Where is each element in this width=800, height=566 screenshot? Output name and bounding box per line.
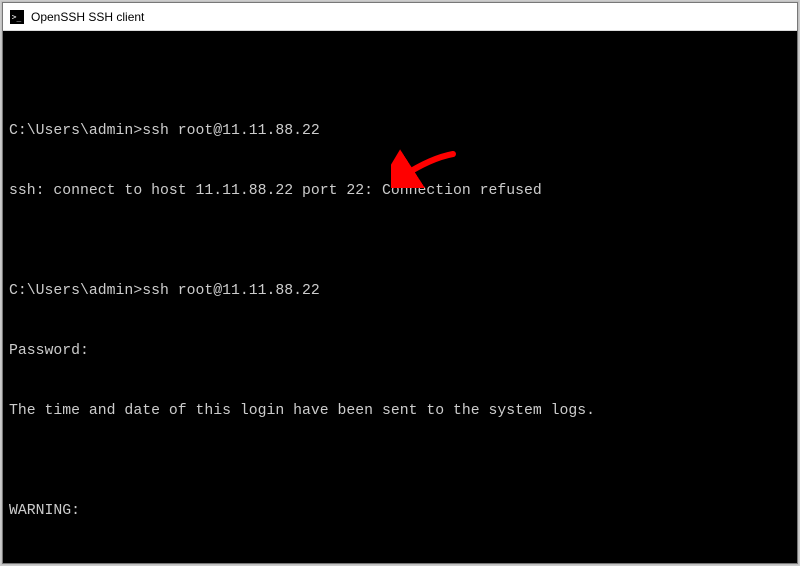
ssh-app-icon: >_ (9, 9, 25, 25)
annotation-arrow-icon (338, 128, 461, 215)
terminal-line: All commands run on the ESXi shell are l… (9, 561, 791, 563)
window-title: OpenSSH SSH client (31, 10, 144, 24)
svg-text:>_: >_ (12, 12, 22, 21)
terminal-output[interactable]: C:\Users\admin>ssh root@11.11.88.22 ssh:… (3, 31, 797, 563)
terminal-line: The time and date of this login have bee… (9, 401, 791, 421)
app-window: >_ OpenSSH SSH client C:\Users\admin>ssh… (2, 2, 798, 564)
terminal-line: Password: (9, 341, 791, 361)
titlebar[interactable]: >_ OpenSSH SSH client (3, 3, 797, 31)
terminal-line: C:\Users\admin>ssh root@11.11.88.22 (9, 281, 791, 301)
terminal-line: C:\Users\admin>ssh root@11.11.88.22 (9, 121, 791, 141)
terminal-line: ssh: connect to host 11.11.88.22 port 22… (9, 181, 791, 201)
terminal-line: WARNING: (9, 501, 791, 521)
